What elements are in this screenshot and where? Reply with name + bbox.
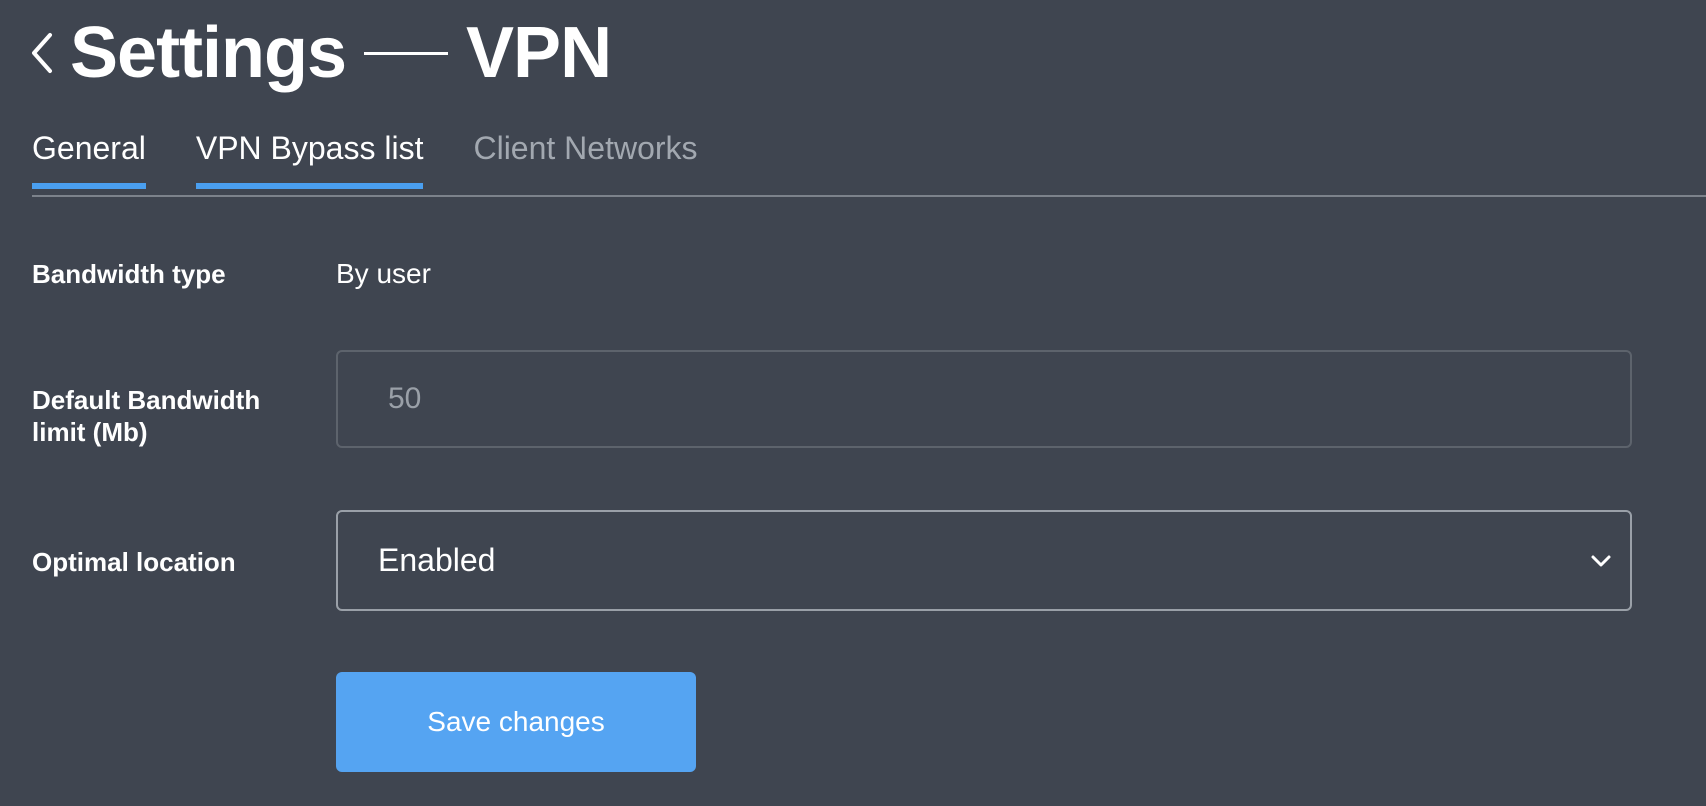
back-button[interactable]: [28, 8, 56, 98]
bandwidth-type-value: By user: [336, 258, 431, 289]
page-title-vpn: VPN: [466, 13, 612, 93]
page-title-settings: Settings: [70, 13, 347, 93]
tab-client-networks[interactable]: Client Networks: [473, 128, 697, 188]
page-header: Settings VPN: [28, 8, 612, 98]
optimal-location-selected-value: Enabled: [378, 542, 496, 578]
tab-general[interactable]: General: [32, 128, 146, 189]
default-bandwidth-limit-label: Default Bandwidth limit (Mb): [32, 384, 260, 448]
tab-bar: General VPN Bypass list Client Networks: [32, 128, 748, 189]
tab-vpn-bypass-list[interactable]: VPN Bypass list: [195, 128, 423, 189]
page-title: Settings VPN: [70, 8, 612, 98]
chevron-down-icon: [1591, 555, 1611, 566]
save-changes-button[interactable]: Save changes: [336, 672, 696, 772]
default-bandwidth-limit-input[interactable]: [336, 350, 1632, 448]
optimal-location-select[interactable]: Enabled: [336, 510, 1632, 611]
chevron-left-icon: [32, 33, 52, 73]
default-bandwidth-limit-label-line2: limit (Mb): [32, 417, 148, 447]
title-dash: [364, 51, 449, 55]
settings-vpn-page: Settings VPN General VPN Bypass list Cli…: [0, 0, 1706, 806]
default-bandwidth-limit-label-line1: Default Bandwidth: [32, 385, 261, 415]
tabs-divider: [32, 195, 1706, 197]
bandwidth-type-label: Bandwidth type: [32, 259, 226, 289]
optimal-location-label: Optimal location: [32, 547, 236, 577]
